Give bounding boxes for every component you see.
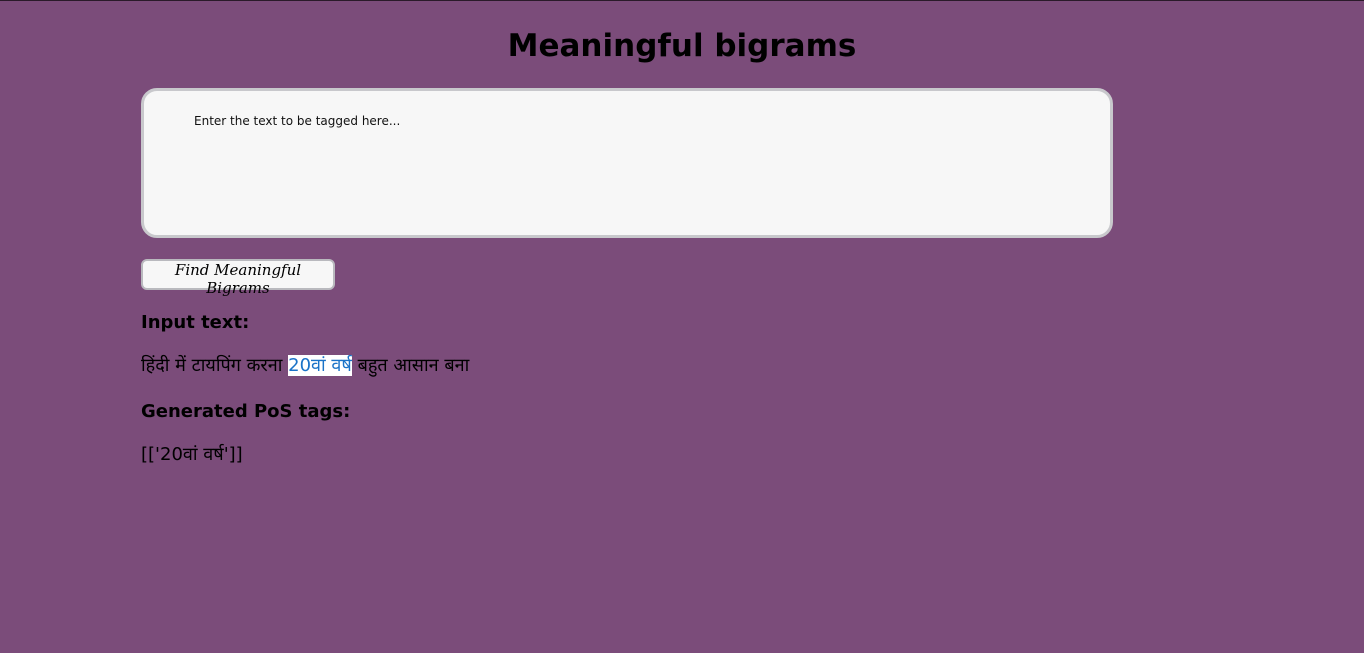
pos-tags-output: [['20वां वर्ष']]	[141, 444, 243, 465]
page-title: Meaningful bigrams	[507, 28, 857, 64]
find-meaningful-bigrams-button[interactable]: Find Meaningful Bigrams	[141, 259, 335, 297]
highlighted-bigram: 20वां वर्ष	[288, 355, 352, 376]
generated-pos-tags-label: Generated PoS tags:	[141, 401, 351, 422]
input-text-label: Input text:	[141, 312, 250, 333]
input-text-after: बहुत आसान बना	[351, 355, 470, 376]
input-text-before: हिंदी में टायपिंग करना	[141, 355, 289, 376]
text-input[interactable]	[141, 88, 1113, 238]
input-text: हिंदी में टायपिंग करना 20वां वर्ष बहुत आ…	[141, 353, 469, 379]
